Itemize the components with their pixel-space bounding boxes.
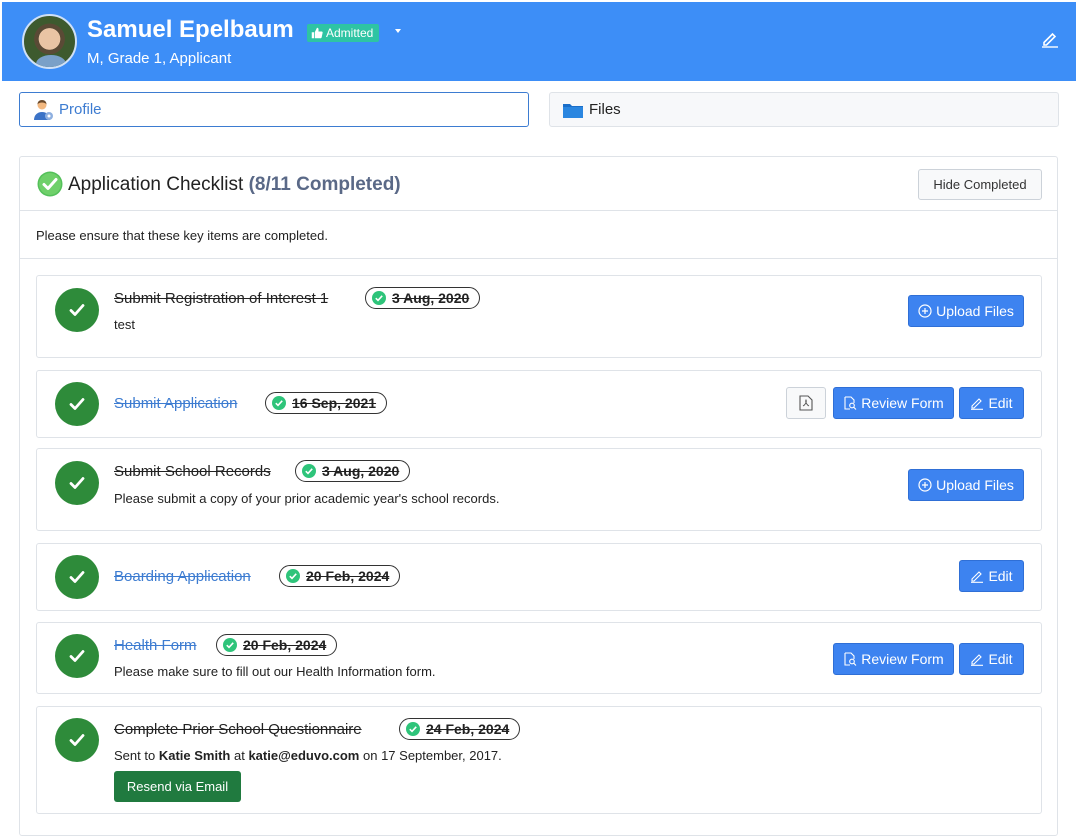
review-form-button[interactable]: Review Form (833, 387, 954, 419)
check-circle-icon (286, 569, 300, 583)
item-title: Complete Prior School Questionnaire (114, 721, 362, 738)
review-form-label: Review Form (861, 395, 944, 411)
item-title-link[interactable]: Health Form (114, 637, 197, 654)
pdf-file-icon (799, 395, 813, 411)
checklist-title-text: Application Checklist (68, 174, 244, 195)
date-text: 20 Feb, 2024 (243, 637, 327, 653)
checklist-item: Submit Application 16 Sep, 2021 Review F… (36, 370, 1042, 438)
green-check-icon (37, 171, 63, 197)
completed-check-icon (55, 634, 99, 678)
avatar (22, 14, 77, 69)
tab-files-label: Files (589, 101, 621, 118)
completed-check-icon (55, 555, 99, 599)
sent-recipient-email: katie@eduvo.com (248, 748, 360, 763)
checklist-title: Application Checklist (8/11 Completed) (68, 174, 401, 196)
item-title-link[interactable]: Submit Application (114, 395, 237, 412)
sent-prefix: Sent to (114, 748, 156, 763)
check-circle-icon (223, 638, 237, 652)
item-description: test (114, 317, 135, 332)
tab-files[interactable]: Files (549, 92, 1059, 127)
check-circle-icon (406, 722, 420, 736)
checklist-item: Complete Prior School Questionnaire 24 F… (36, 706, 1042, 814)
resend-email-button[interactable]: Resend via Email (114, 771, 241, 802)
hide-completed-button[interactable]: Hide Completed (918, 169, 1042, 200)
sent-at-text: at (233, 748, 245, 763)
date-text: 24 Feb, 2024 (426, 721, 510, 737)
checklist-header: Application Checklist (8/11 Completed) H… (20, 157, 1057, 211)
thumbs-up-icon (311, 27, 323, 39)
divider (20, 258, 1057, 259)
upload-files-button[interactable]: Upload Files (908, 469, 1024, 501)
sent-recipient-name: Katie Smith (158, 748, 231, 763)
completed-check-icon (55, 461, 99, 505)
checklist-note: Please ensure that these key items are c… (36, 228, 328, 243)
checklist-item: Boarding Application 20 Feb, 2024 Edit (36, 543, 1042, 611)
applicant-header: Samuel Epelbaum Admitted M, Grade 1, App… (2, 2, 1076, 81)
caret-down-icon[interactable] (395, 29, 401, 33)
check-circle-icon (302, 464, 316, 478)
review-form-button[interactable]: Review Form (833, 643, 954, 675)
date-text: 16 Sep, 2021 (292, 395, 377, 411)
item-description: Please submit a copy of your prior acade… (114, 491, 500, 506)
checklist-item: Submit School Records 3 Aug, 2020 Please… (36, 448, 1042, 531)
application-checklist-panel: Application Checklist (8/11 Completed) H… (19, 156, 1058, 836)
item-title-link[interactable]: Boarding Application (114, 568, 251, 585)
document-search-icon (844, 396, 857, 410)
plus-circle-icon (918, 304, 932, 318)
sent-date: on 17 September, 2017. (363, 748, 502, 763)
pencil-icon (971, 398, 984, 410)
review-form-label: Review Form (861, 651, 944, 667)
completed-date-pill: 3 Aug, 2020 (365, 287, 481, 309)
item-description: Please make sure to fill out our Health … (114, 664, 436, 679)
upload-files-button[interactable]: Upload Files (908, 295, 1024, 327)
applicant-name: Samuel Epelbaum (87, 16, 294, 43)
applicant-subtitle: M, Grade 1, Applicant (87, 50, 232, 67)
edit-label: Edit (988, 651, 1013, 667)
pencil-icon (971, 654, 984, 666)
upload-files-label: Upload Files (936, 303, 1014, 319)
edit-button[interactable]: Edit (959, 560, 1024, 592)
completed-check-icon (55, 718, 99, 762)
check-circle-icon (372, 291, 386, 305)
document-search-icon (844, 652, 857, 666)
folder-icon (563, 103, 583, 118)
checklist-item: Submit Registration of Interest 1 3 Aug,… (36, 275, 1042, 358)
plus-circle-icon (918, 478, 932, 492)
checklist-item: Health Form 20 Feb, 2024 Please make sur… (36, 622, 1042, 694)
completed-date-pill: 24 Feb, 2024 (399, 718, 521, 740)
completed-date-pill: 20 Feb, 2024 (279, 565, 401, 587)
item-title: Submit School Records (114, 463, 271, 480)
pencil-icon[interactable] (1041, 30, 1059, 48)
item-title: Submit Registration of Interest 1 (114, 290, 329, 307)
check-circle-icon (272, 396, 286, 410)
date-text: 3 Aug, 2020 (322, 463, 400, 479)
upload-files-label: Upload Files (936, 477, 1014, 493)
completed-date-pill: 3 Aug, 2020 (295, 460, 411, 482)
status-badge[interactable]: Admitted (307, 24, 380, 42)
pencil-icon (971, 571, 984, 583)
status-label: Admitted (326, 26, 374, 40)
edit-button[interactable]: Edit (959, 643, 1024, 675)
tab-profile[interactable]: Profile (19, 92, 529, 127)
completed-date-pill: 16 Sep, 2021 (265, 392, 388, 414)
tab-profile-label: Profile (59, 101, 102, 118)
edit-label: Edit (988, 395, 1013, 411)
edit-label: Edit (988, 568, 1013, 584)
sent-info: Sent to Katie Smith at katie@eduvo.com o… (114, 748, 502, 763)
user-profile-icon (34, 99, 53, 120)
completed-check-icon (55, 382, 99, 426)
date-text: 3 Aug, 2020 (392, 290, 470, 306)
pdf-download-button[interactable] (786, 387, 826, 419)
checklist-count: (8/11 Completed) (248, 174, 401, 195)
edit-button[interactable]: Edit (959, 387, 1024, 419)
date-text: 20 Feb, 2024 (306, 568, 390, 584)
completed-check-icon (55, 288, 99, 332)
completed-date-pill: 20 Feb, 2024 (216, 634, 338, 656)
